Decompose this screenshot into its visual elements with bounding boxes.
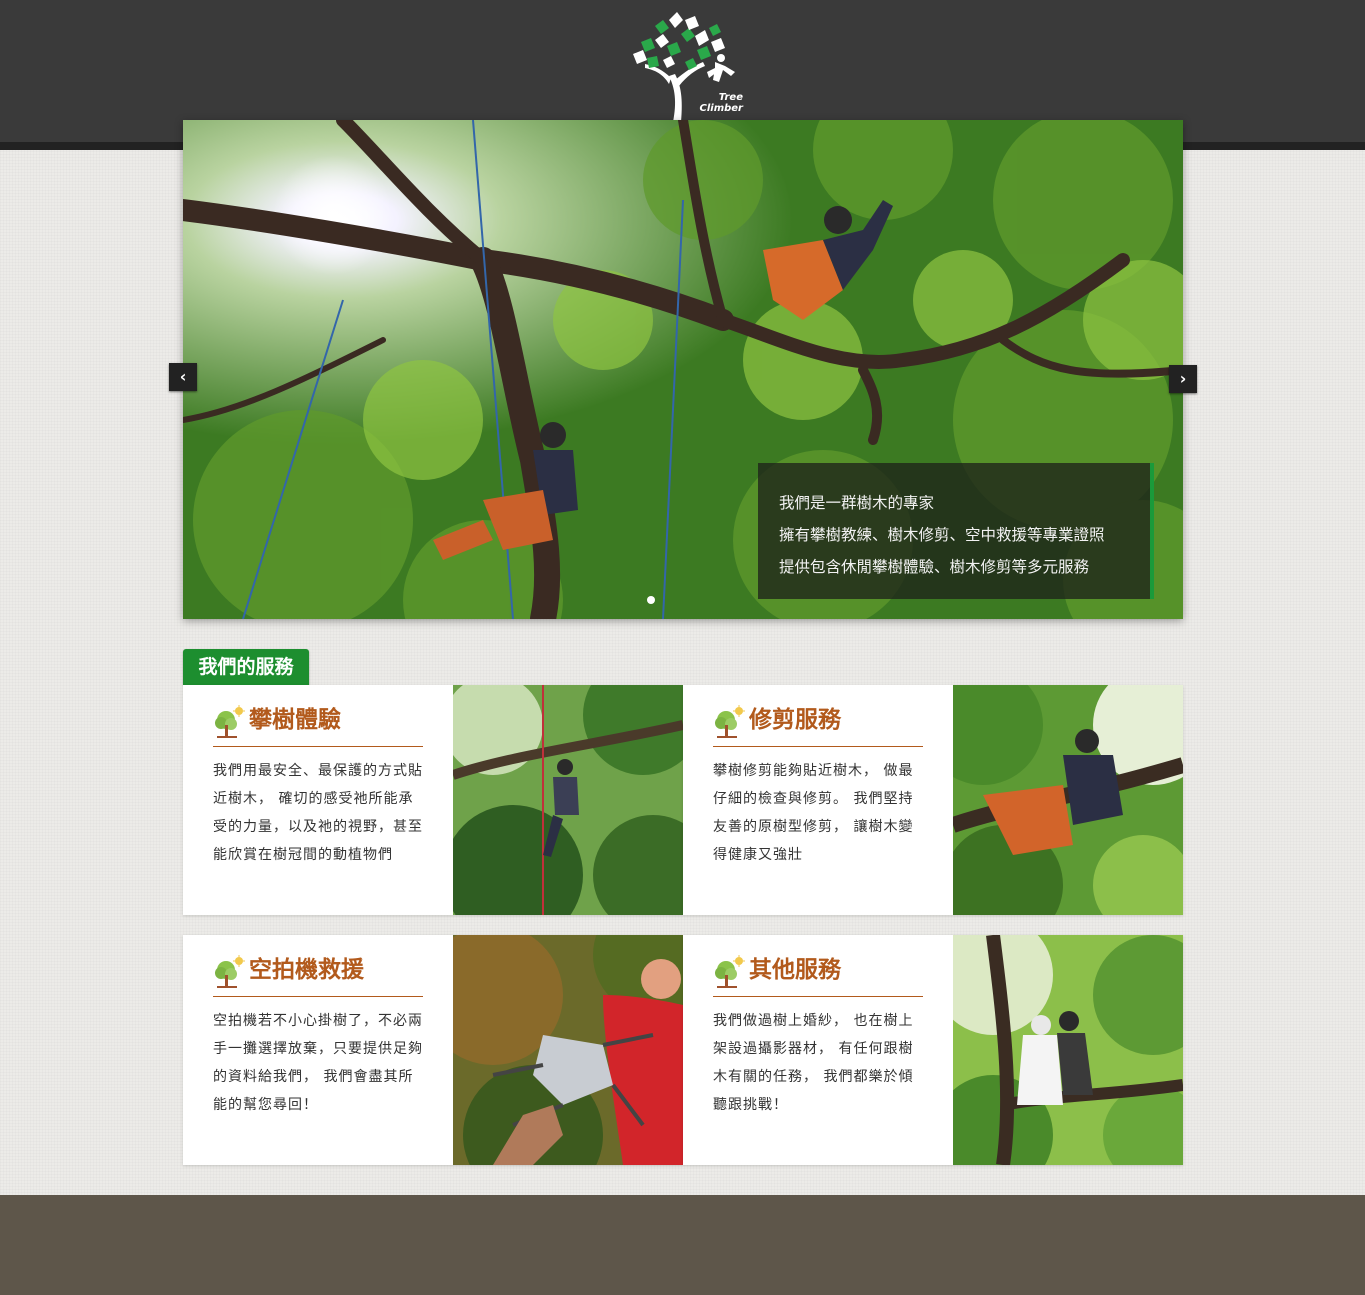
tree-icon: [715, 955, 745, 988]
service-card-title-text: 攀樹體驗: [249, 706, 341, 733]
hero-slider: 我們是一群樹木的專家 擁有攀樹教練、樹木修剪、空中救援等專業證照 提供包含休閒攀…: [183, 120, 1183, 619]
service-card-pruning[interactable]: 修剪服務 攀樹修剪能夠貼近樹木， 做最仔細的檢查與修剪。 我們堅持友善的原樹型修…: [683, 685, 1183, 915]
service-card-image: [953, 935, 1183, 1165]
service-card-body: 我們用最安全、最保護的方式貼近樹木， 確切的感受祂所能承受的力量，以及祂的視野，…: [213, 763, 423, 863]
tree-icon: [215, 955, 245, 988]
tree-icon: [715, 705, 745, 738]
slider-prev-button[interactable]: ‹: [169, 363, 197, 391]
service-card-title: 空拍機救援: [213, 953, 423, 997]
service-card-title-text: 空拍機救援: [249, 956, 364, 983]
service-card-title: 其他服務: [713, 953, 923, 997]
service-card-image: [953, 685, 1183, 915]
service-card-title: 修剪服務: [713, 703, 923, 747]
caption-line: 擁有攀樹教練、樹木修剪、空中救援等專業證照: [779, 526, 1105, 544]
site-logo[interactable]: Tree Climber: [625, 6, 744, 122]
services-heading-tab: 我們的服務: [183, 649, 309, 694]
service-card-title: 攀樹體驗: [213, 703, 423, 747]
caption-line: 提供包含休閒攀樹體驗、樹木修剪等多元服務: [779, 558, 1090, 576]
service-card-body: 我們做過樹上婚紗， 也在樹上架設過攝影器材， 有任何跟樹木有關的任務， 我們都樂…: [713, 1013, 914, 1113]
service-card-image: [453, 935, 683, 1165]
service-card-body: 空拍機若不小心掛樹了，不必兩手一攤選擇放棄，只要提供足夠的資料給我們， 我們會盡…: [213, 1013, 423, 1113]
slider-dot-active[interactable]: [647, 596, 655, 604]
service-card-image: [453, 685, 683, 915]
logo-text: Tree Climber: [699, 92, 744, 114]
service-card-title-text: 修剪服務: [749, 706, 841, 733]
service-card-body: 攀樹修剪能夠貼近樹木， 做最仔細的檢查與修剪。 我們堅持友善的原樹型修剪， 讓樹…: [713, 763, 914, 863]
slider-next-button[interactable]: ›: [1169, 365, 1197, 393]
service-card-title-text: 其他服務: [749, 956, 841, 983]
service-card-drone-rescue[interactable]: 空拍機救援 空拍機若不小心掛樹了，不必兩手一攤選擇放棄，只要提供足夠的資料給我們…: [183, 935, 683, 1165]
site-footer: [0, 1195, 1365, 1295]
service-card-other-services[interactable]: 其他服務 我們做過樹上婚紗， 也在樹上架設過攝影器材， 有任何跟樹木有關的任務，…: [683, 935, 1183, 1165]
tree-icon: [215, 705, 245, 738]
hero-caption: 我們是一群樹木的專家 擁有攀樹教練、樹木修剪、空中救援等專業證照 提供包含休閒攀…: [758, 463, 1154, 599]
service-card-tree-climbing[interactable]: 攀樹體驗 我們用最安全、最保護的方式貼近樹木， 確切的感受祂所能承受的力量，以及…: [183, 685, 683, 915]
caption-line: 我們是一群樹木的專家: [779, 494, 935, 512]
